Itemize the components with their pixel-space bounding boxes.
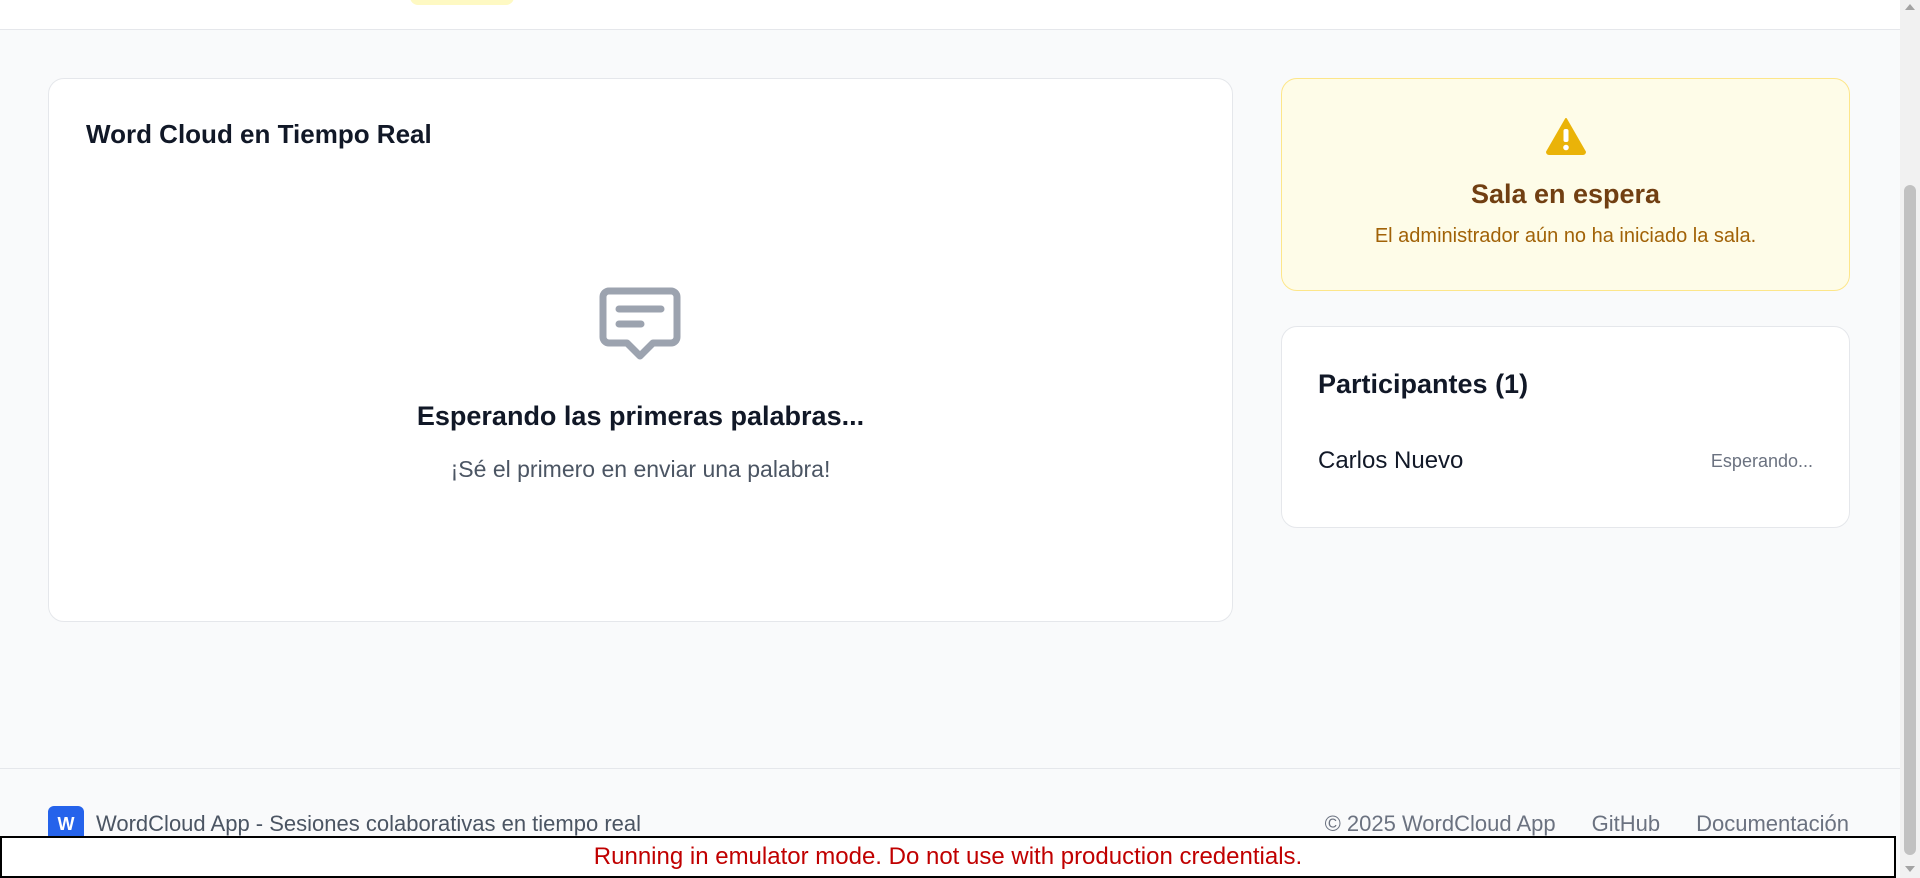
- scroll-down-icon[interactable]: [1904, 864, 1916, 874]
- empty-state-title: Esperando las primeras palabras...: [416, 401, 865, 431]
- word-cloud-card: Word Cloud en Tiempo Real Esperando las …: [48, 78, 1233, 622]
- footer-app-text: WordCloud App - Sesiones colaborativas e…: [96, 811, 642, 836]
- message-icon: [599, 287, 681, 360]
- header-status-pill[interactable]: [410, 0, 514, 5]
- top-header: [0, 0, 1900, 30]
- scroll-thumb[interactable]: [1904, 185, 1916, 855]
- footer-copyright: © 2025 WordCloud App: [1324, 811, 1556, 836]
- empty-state-subtitle: ¡Sé el primero en enviar una palabra!: [450, 456, 831, 482]
- vertical-scrollbar[interactable]: [1900, 0, 1920, 878]
- participants-card: Participantes (1) Carlos Nuevo Esperando…: [1281, 326, 1850, 528]
- waiting-title: Sala en espera: [1470, 179, 1661, 209]
- waiting-subtitle: El administrador aún no ha iniciado la s…: [1374, 225, 1757, 247]
- docs-link[interactable]: Documentación: [1696, 811, 1849, 837]
- emulator-warning-banner: Running in emulator mode. Do not use wit…: [0, 836, 1896, 878]
- participants-title: Participantes (1): [1318, 369, 1529, 399]
- word-cloud-title: Word Cloud en Tiempo Real: [86, 119, 432, 149]
- waiting-room-card: Sala en espera El administrador aún no h…: [1281, 78, 1850, 291]
- participant-status: Esperando...: [1710, 450, 1813, 471]
- github-link[interactable]: GitHub: [1592, 811, 1660, 837]
- warning-icon: [1546, 118, 1586, 155]
- footer-links: © 2025 WordCloud App GitHub Documentació…: [1325, 811, 1849, 837]
- page: Word Cloud en Tiempo Real Esperando las …: [0, 0, 1900, 878]
- participant-row: Carlos Nuevo Esperando...: [1318, 445, 1813, 477]
- participant-name: Carlos Nuevo: [1318, 447, 1464, 474]
- scroll-up-icon[interactable]: [1904, 2, 1916, 12]
